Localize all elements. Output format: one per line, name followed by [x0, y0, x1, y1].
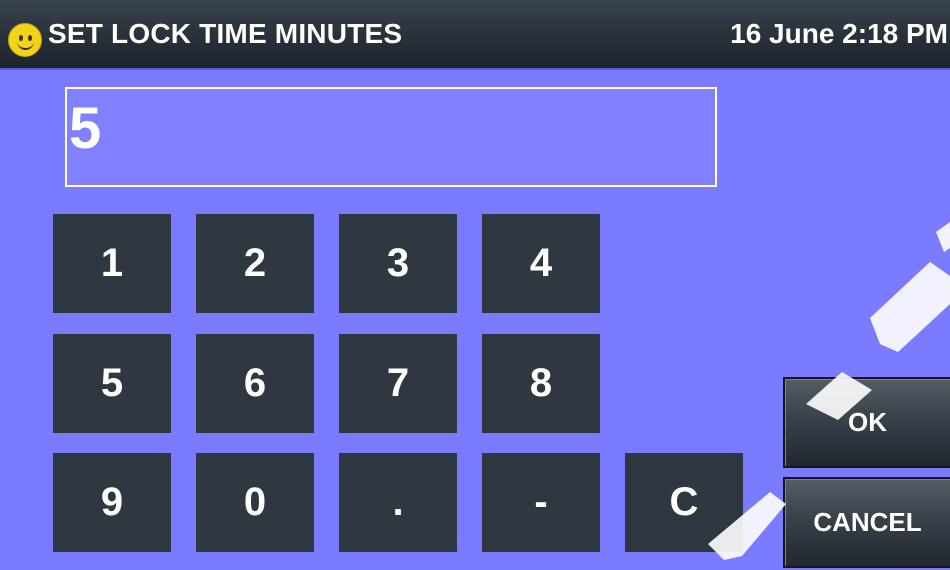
- cancel-button[interactable]: CANCEL: [783, 477, 950, 568]
- key-6[interactable]: 6: [196, 334, 314, 433]
- key-8[interactable]: 8: [482, 334, 600, 433]
- key-clear[interactable]: C: [625, 453, 743, 552]
- key-0[interactable]: 0: [196, 453, 314, 552]
- key-decimal[interactable]: .: [339, 453, 457, 552]
- ok-button[interactable]: OK: [783, 377, 950, 468]
- date-time: 16 June 2:18 PM: [730, 18, 948, 49]
- key-2[interactable]: 2: [196, 214, 314, 313]
- title-bar: SET LOCK TIME MINUTES 16 June 2:18 PM: [0, 0, 950, 70]
- smiley-icon: [8, 23, 42, 57]
- value-display-field[interactable]: 5: [65, 87, 717, 187]
- key-1[interactable]: 1: [53, 214, 171, 313]
- key-7[interactable]: 7: [339, 334, 457, 433]
- key-3[interactable]: 3: [339, 214, 457, 313]
- key-9[interactable]: 9: [53, 453, 171, 552]
- screen-title: SET LOCK TIME MINUTES: [48, 18, 403, 49]
- key-5[interactable]: 5: [53, 334, 171, 433]
- display-value: 5: [69, 96, 102, 161]
- key-4[interactable]: 4: [482, 214, 600, 313]
- key-minus[interactable]: -: [482, 453, 600, 552]
